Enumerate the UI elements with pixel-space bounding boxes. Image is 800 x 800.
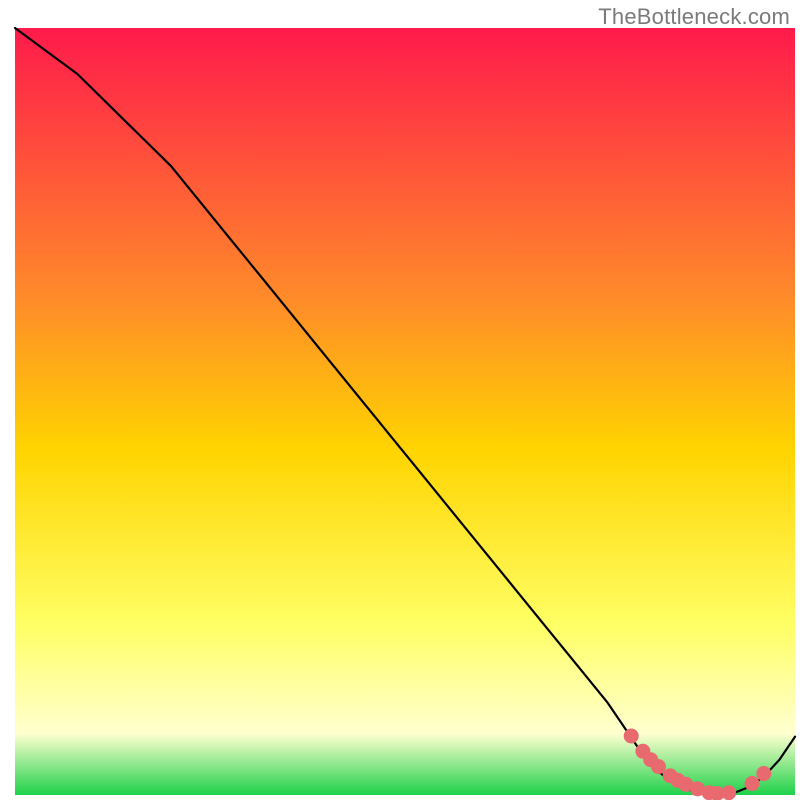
plot-background-gradient: [15, 28, 795, 795]
bottleneck-chart: [0, 0, 800, 800]
curve-marker: [651, 759, 666, 774]
chart-frame: TheBottleneck.com: [0, 0, 800, 800]
curve-marker: [756, 766, 771, 781]
curve-marker: [624, 728, 639, 743]
curve-marker: [721, 785, 736, 800]
curve-marker: [745, 776, 760, 791]
